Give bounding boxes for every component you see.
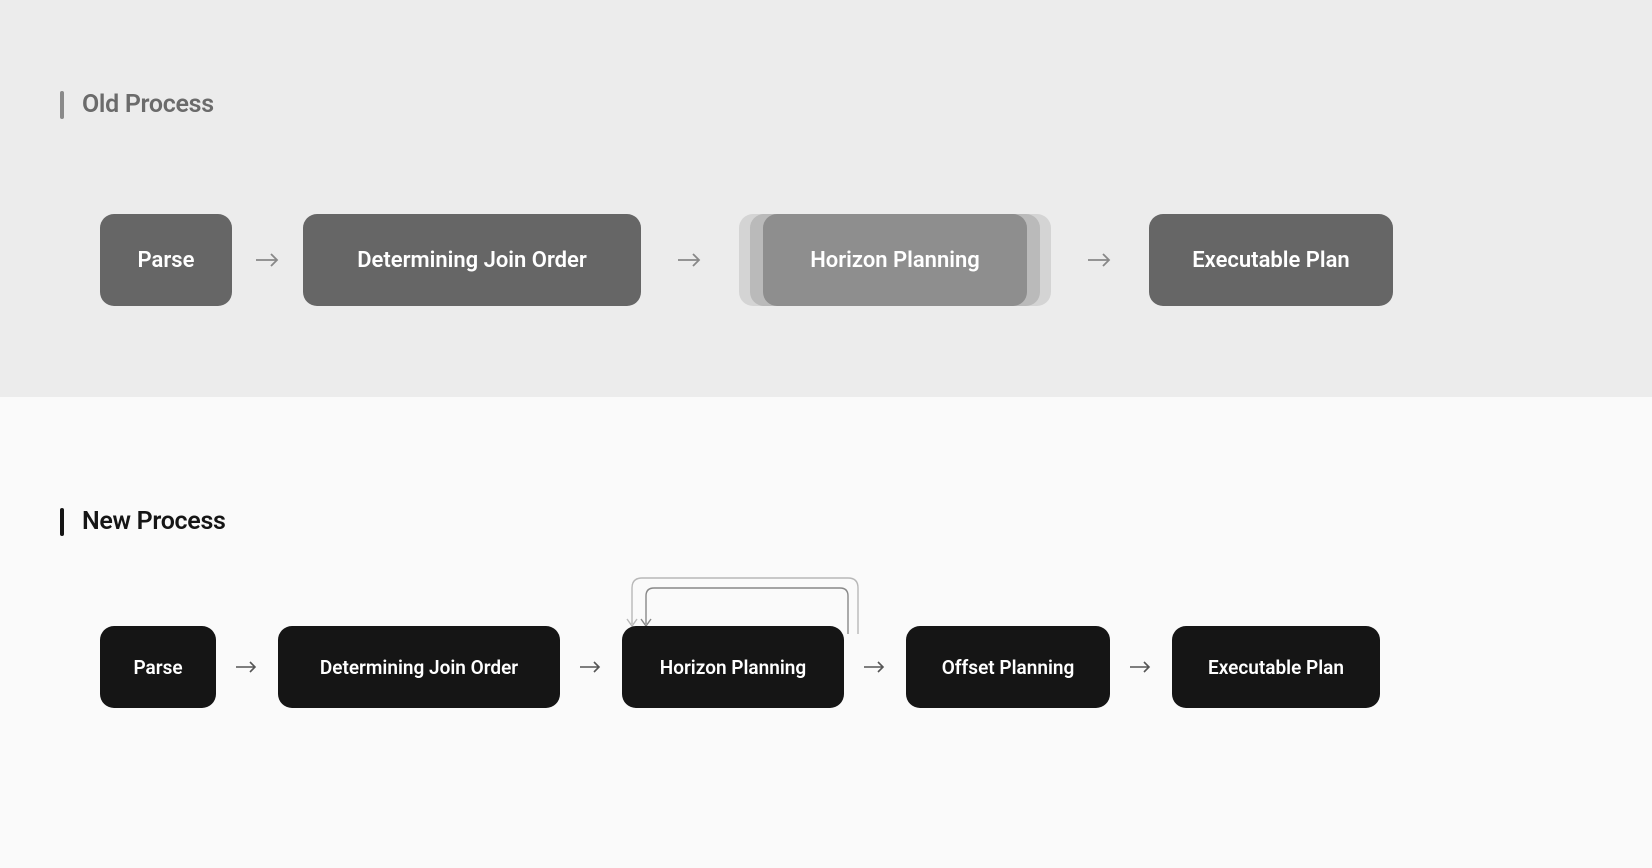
arrow-icon — [560, 659, 622, 675]
step-parse: Parse — [100, 214, 232, 306]
step-label: Determining Join Order — [357, 248, 587, 273]
step-offset-planning: Offset Planning — [906, 626, 1110, 708]
arrow-icon — [232, 251, 303, 269]
new-process-title: New Process — [82, 507, 226, 536]
step-label: Parse — [133, 656, 182, 679]
step-parse: Parse — [100, 626, 216, 708]
step-label: Executable Plan — [1192, 248, 1349, 273]
arrow-icon — [844, 659, 906, 675]
step-label: Executable Plan — [1208, 656, 1344, 679]
step-horizon-planning-loop: Horizon Planning — [622, 626, 844, 708]
new-process-section: New Process Parse Determining Join Order — [0, 397, 1652, 868]
arrow-icon — [1051, 251, 1149, 269]
old-process-flow: Parse Determining Join Order Horizon Pla… — [100, 214, 1552, 306]
new-process-flow: Parse Determining Join Order — [100, 626, 1552, 708]
arrow-icon — [1110, 659, 1172, 675]
step-executable-plan: Executable Plan — [1149, 214, 1393, 306]
header-accent-bar — [60, 91, 64, 119]
step-label: Parse — [138, 248, 195, 273]
step-horizon-planning: Horizon Planning — [622, 626, 844, 708]
old-process-title: Old Process — [82, 90, 214, 119]
step-label: Horizon Planning — [660, 656, 806, 679]
header-accent-bar — [60, 508, 64, 536]
step-executable-plan: Executable Plan — [1172, 626, 1380, 708]
step-label: Horizon Planning — [810, 248, 980, 273]
step-label: Offset Planning — [942, 656, 1075, 679]
step-horizon-planning: Horizon Planning — [763, 214, 1027, 306]
arrow-icon — [216, 659, 278, 675]
arrow-icon — [641, 251, 739, 269]
step-determining-join-order: Determining Join Order — [278, 626, 560, 708]
step-determining-join-order: Determining Join Order — [303, 214, 641, 306]
old-process-header: Old Process — [60, 90, 1552, 119]
step-label: Determining Join Order — [320, 656, 518, 679]
new-process-header: New Process — [60, 507, 1552, 536]
old-process-section: Old Process Parse Determining Join Order — [0, 0, 1652, 397]
step-horizon-planning-stacked: Horizon Planning — [739, 214, 1051, 306]
